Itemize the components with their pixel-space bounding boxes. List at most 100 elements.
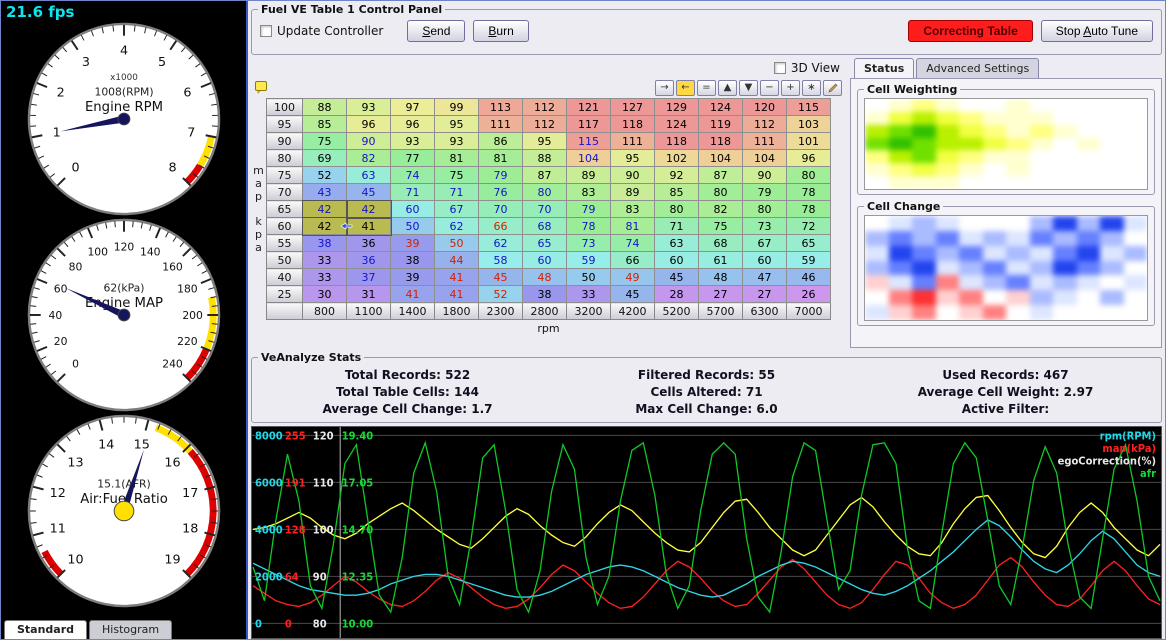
stop-auto-tune-button[interactable]: Stop Auto Tune: [1041, 20, 1153, 42]
ve-cell[interactable]: 71: [655, 218, 699, 235]
ve-cell[interactable]: 42: [347, 201, 391, 218]
ve-cell[interactable]: 81: [479, 150, 523, 167]
equals-icon[interactable]: =: [697, 80, 716, 96]
ve-cell[interactable]: 58: [479, 252, 523, 269]
tab-advanced-settings[interactable]: Advanced Settings: [916, 58, 1039, 78]
ve-cell[interactable]: 83: [611, 201, 655, 218]
ve-cell[interactable]: 73: [567, 235, 611, 252]
ve-cell[interactable]: 117: [567, 116, 611, 133]
ve-cell[interactable]: 99: [435, 99, 479, 116]
ve-cell[interactable]: 66: [611, 252, 655, 269]
ve-cell[interactable]: 111: [611, 133, 655, 150]
ve-cell[interactable]: 63: [655, 235, 699, 252]
ve-cell[interactable]: 121: [567, 99, 611, 116]
ve-cell[interactable]: 67: [435, 201, 479, 218]
ve-cell[interactable]: 39: [391, 235, 435, 252]
ve-cell[interactable]: 73: [743, 218, 787, 235]
ve-cell[interactable]: 52: [479, 286, 523, 303]
ve-cell[interactable]: 60: [655, 252, 699, 269]
ve-cell[interactable]: 96: [787, 150, 831, 167]
note-icon[interactable]: [255, 79, 268, 98]
ve-cell[interactable]: 50: [391, 218, 435, 235]
ve-cell[interactable]: 85: [655, 184, 699, 201]
ve-cell[interactable]: 82: [699, 201, 743, 218]
ve-cell[interactable]: 96: [391, 116, 435, 133]
ve-cell[interactable]: 42: [303, 201, 347, 218]
ve-cell[interactable]: 36: [347, 235, 391, 252]
ve-cell[interactable]: 81: [435, 150, 479, 167]
ve-cell[interactable]: 92: [655, 167, 699, 184]
ve-cell[interactable]: 31: [347, 286, 391, 303]
ve-cell[interactable]: 80: [699, 184, 743, 201]
ve-cell[interactable]: 63: [347, 167, 391, 184]
ve-cell[interactable]: 97: [391, 99, 435, 116]
ve-cell[interactable]: 95: [611, 150, 655, 167]
ve-cell[interactable]: 61: [699, 252, 743, 269]
ve-cell[interactable]: 129: [655, 99, 699, 116]
ve-cell[interactable]: 115: [567, 133, 611, 150]
ve-cell[interactable]: 49: [611, 269, 655, 286]
ve-cell[interactable]: 44: [435, 252, 479, 269]
ve-cell[interactable]: 70: [523, 201, 567, 218]
send-button[interactable]: Send: [407, 20, 465, 42]
ve-cell[interactable]: 41: [435, 286, 479, 303]
ve-cell[interactable]: 87: [523, 167, 567, 184]
ve-cell[interactable]: 93: [435, 133, 479, 150]
ve-cell[interactable]: 78: [787, 201, 831, 218]
ve-cell[interactable]: 79: [479, 167, 523, 184]
ve-cell[interactable]: 59: [787, 252, 831, 269]
ve-cell[interactable]: 76: [479, 184, 523, 201]
ve-cell[interactable]: 66: [479, 218, 523, 235]
ve-cell[interactable]: 74: [611, 235, 655, 252]
ve-cell[interactable]: 89: [567, 167, 611, 184]
ve-cell[interactable]: 87: [699, 167, 743, 184]
ve-cell[interactable]: 111: [479, 116, 523, 133]
ve-cell[interactable]: 70: [479, 201, 523, 218]
ve-cell[interactable]: 33: [303, 252, 347, 269]
ve-cell[interactable]: 36: [347, 252, 391, 269]
ve-cell[interactable]: 118: [699, 133, 743, 150]
ve-cell[interactable]: 75: [699, 218, 743, 235]
checkbox-box-icon[interactable]: [774, 62, 786, 74]
ve-cell[interactable]: 46: [787, 269, 831, 286]
ve-cell[interactable]: 90: [611, 167, 655, 184]
ve-cell[interactable]: 80: [523, 184, 567, 201]
ve-cell[interactable]: 112: [523, 116, 567, 133]
ve-cell[interactable]: 27: [743, 286, 787, 303]
ve-cell[interactable]: 67: [743, 235, 787, 252]
ve-cell[interactable]: 45: [347, 184, 391, 201]
ve-cell[interactable]: 111: [743, 133, 787, 150]
pencil-icon[interactable]: [823, 80, 842, 96]
ve-cell[interactable]: 41: [391, 286, 435, 303]
ve-cell[interactable]: 60: [743, 252, 787, 269]
ve-cell[interactable]: 96: [347, 116, 391, 133]
ve-cell[interactable]: 80: [655, 201, 699, 218]
ve-cell[interactable]: 45: [479, 269, 523, 286]
ve-cell[interactable]: 65: [787, 235, 831, 252]
ve-cell[interactable]: 104: [699, 150, 743, 167]
ve-cell[interactable]: 119: [699, 116, 743, 133]
ve-cell[interactable]: 52: [303, 167, 347, 184]
ve-cell[interactable]: 69: [303, 150, 347, 167]
ve-cell[interactable]: 33: [303, 269, 347, 286]
ve-cell[interactable]: 27: [699, 286, 743, 303]
ve-cell[interactable]: 30: [303, 286, 347, 303]
ve-cell[interactable]: 38: [391, 252, 435, 269]
ve-cell[interactable]: 104: [567, 150, 611, 167]
ve-cell[interactable]: 102: [655, 150, 699, 167]
ve-cell[interactable]: 79: [743, 184, 787, 201]
checkbox-box-icon[interactable]: [260, 25, 272, 37]
ve-cell[interactable]: 38: [523, 286, 567, 303]
ve-cell[interactable]: 77: [391, 150, 435, 167]
ve-cell[interactable]: 118: [611, 116, 655, 133]
ve-cell[interactable]: 43: [303, 184, 347, 201]
ve-cell[interactable]: 72: [787, 218, 831, 235]
ve-cell[interactable]: 78: [787, 184, 831, 201]
ve-cell[interactable]: 45: [655, 269, 699, 286]
ve-cell[interactable]: 85: [303, 116, 347, 133]
ve-cell[interactable]: 38: [303, 235, 347, 252]
ve-cell[interactable]: 115: [787, 99, 831, 116]
ve-cell[interactable]: 78: [567, 218, 611, 235]
ve-cell[interactable]: 75: [435, 167, 479, 184]
ve-cell[interactable]: 41: [347, 218, 391, 235]
